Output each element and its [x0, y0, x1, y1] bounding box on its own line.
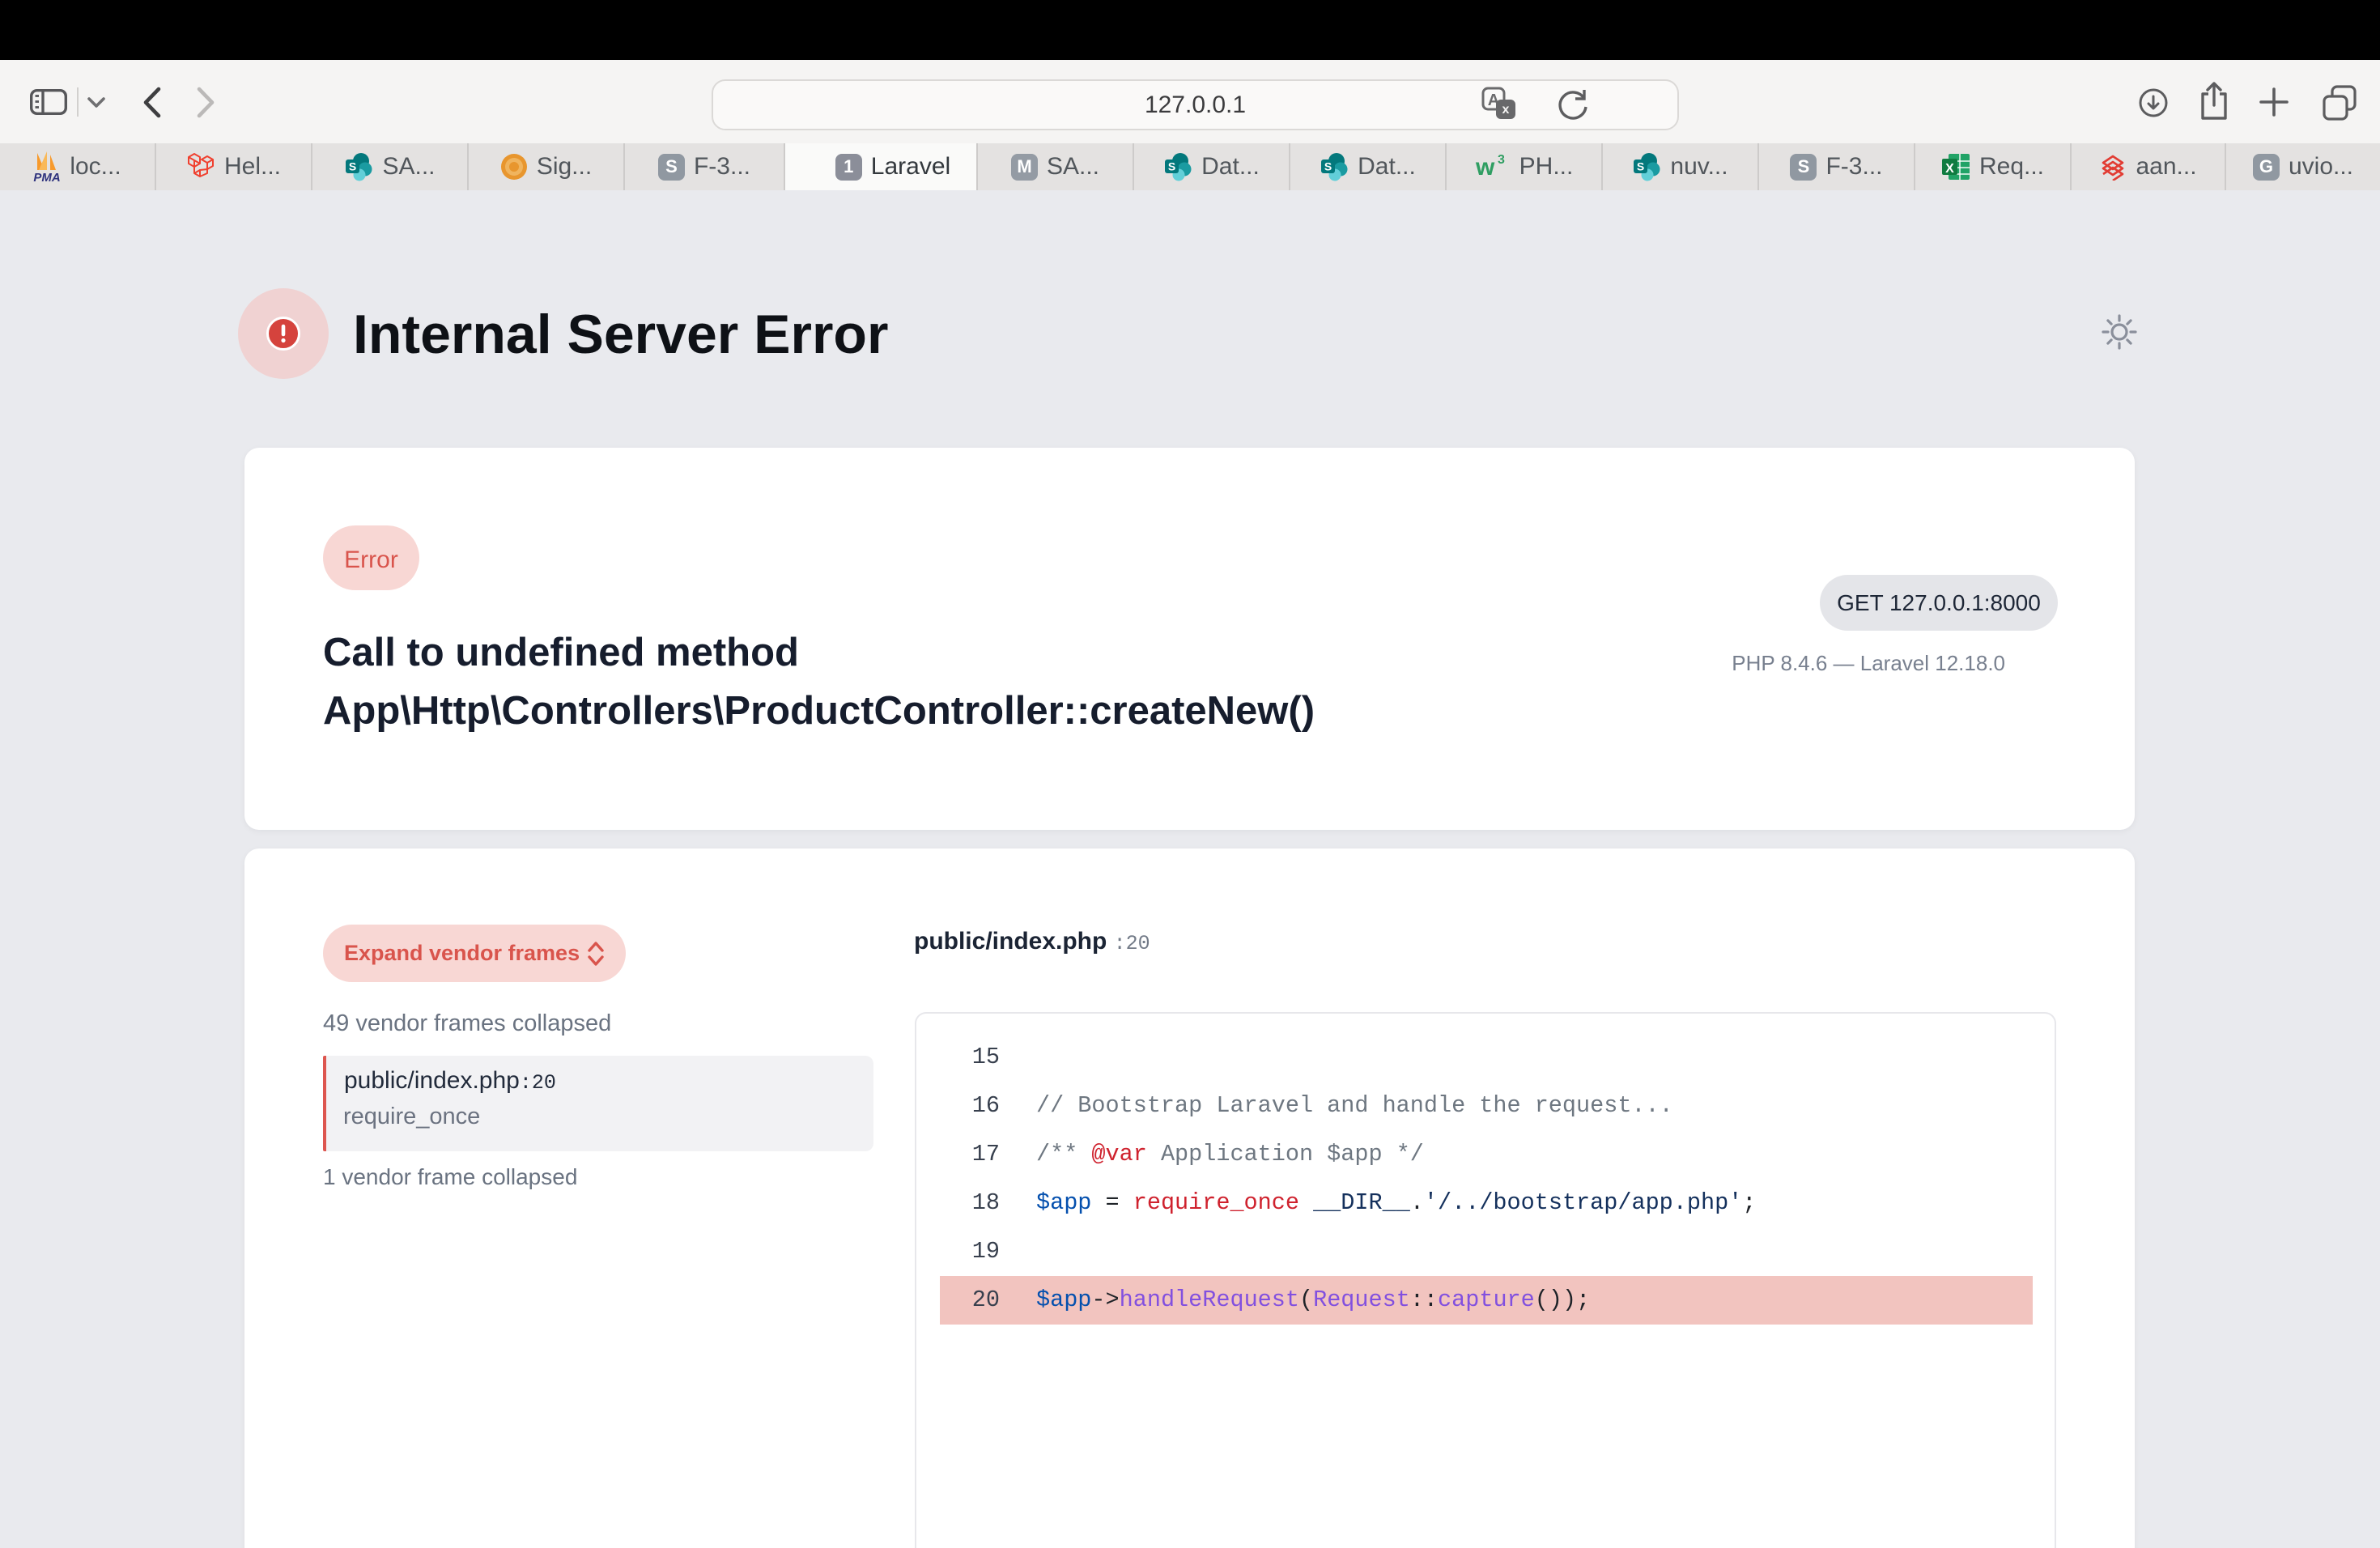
svg-text:S: S — [1324, 160, 1332, 173]
svg-text:PMA: PMA — [34, 171, 61, 182]
svg-text:S: S — [1637, 160, 1644, 173]
svg-text:x: x — [1502, 103, 1510, 117]
svg-text:S: S — [1168, 160, 1175, 173]
svg-text:S: S — [349, 160, 356, 173]
svg-text:X: X — [1945, 162, 1954, 176]
svg-text:3: 3 — [1498, 153, 1505, 167]
svg-text:w: w — [1475, 154, 1495, 181]
